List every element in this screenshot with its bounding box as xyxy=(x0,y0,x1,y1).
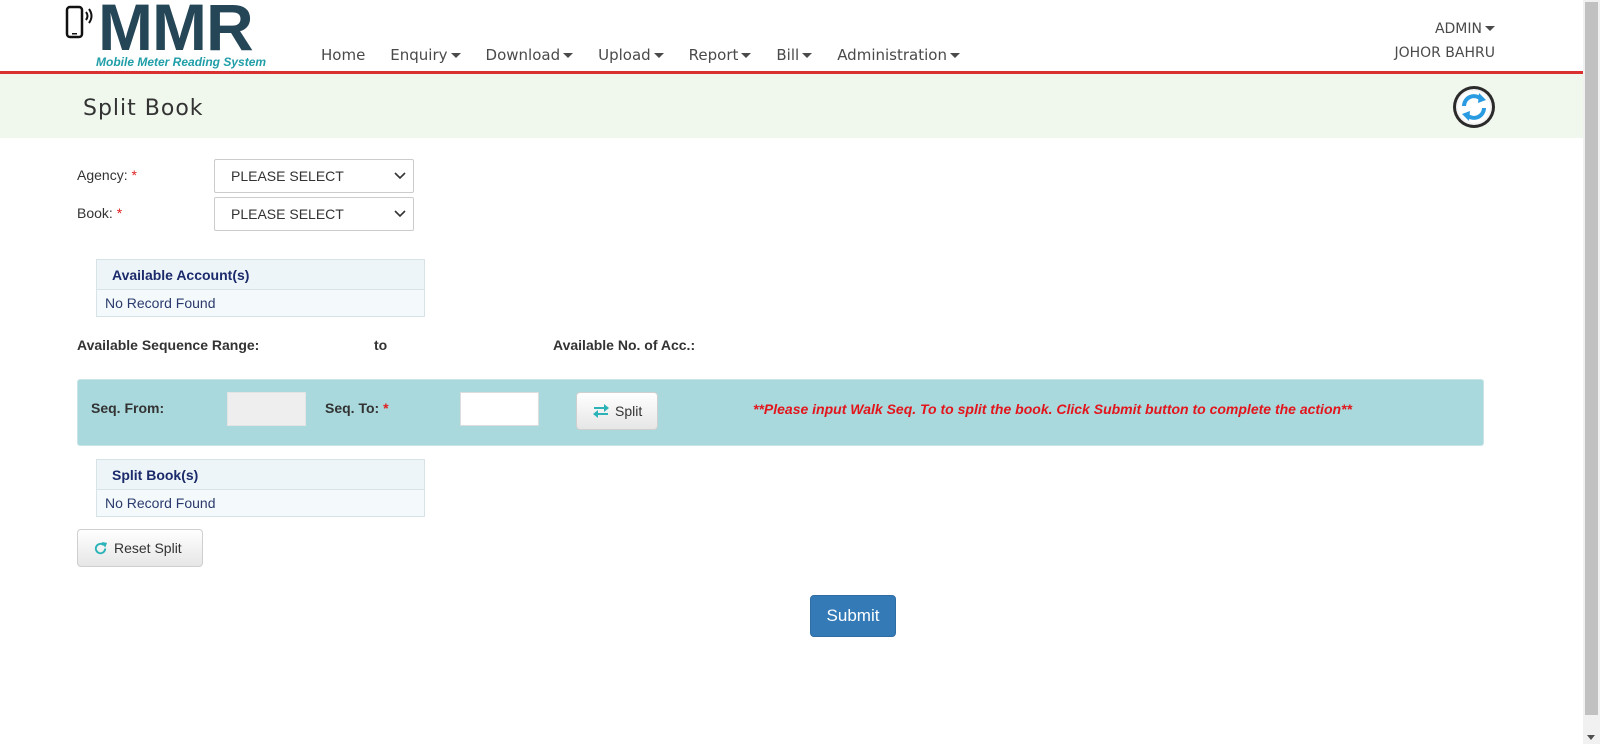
page-title: Split Book xyxy=(83,96,204,121)
caret-down-icon xyxy=(563,53,574,58)
agency-label: Agency: * xyxy=(77,167,137,183)
nav-download[interactable]: Download xyxy=(486,46,574,64)
table-header: Split Book(s) xyxy=(96,459,425,490)
logo-subtitle: Mobile Meter Reading System xyxy=(96,55,267,69)
caret-down-icon xyxy=(741,53,752,58)
book-label: Book: * xyxy=(77,205,123,221)
nav-upload[interactable]: Upload xyxy=(598,46,664,64)
reset-split-button[interactable]: Reset Split xyxy=(77,529,203,567)
table-empty-row: No Record Found xyxy=(96,290,425,317)
available-sequence-range-label: Available Sequence Range: xyxy=(77,337,260,353)
split-books-table: Split Book(s) No Record Found xyxy=(96,459,425,517)
nav-home[interactable]: Home xyxy=(321,46,365,64)
app-logo[interactable]: MMR Mobile Meter Reading System xyxy=(62,0,302,72)
title-bar: Split Book xyxy=(0,74,1583,138)
main-nav: Home Enquiry Download Upload Report Bill… xyxy=(321,46,985,64)
nav-bill[interactable]: Bill xyxy=(776,46,813,64)
reset-icon xyxy=(94,541,108,554)
available-account-count-label: Available No. of Acc.: xyxy=(553,337,696,353)
nav-enquiry[interactable]: Enquiry xyxy=(390,46,461,64)
available-accounts-table: Available Account(s) No Record Found xyxy=(96,259,425,317)
nav-administration[interactable]: Administration xyxy=(837,46,960,64)
seq-from-label: Seq. From: xyxy=(91,400,165,416)
table-header: Available Account(s) xyxy=(96,259,425,290)
seq-from-input xyxy=(227,392,306,426)
table-empty-row: No Record Found xyxy=(96,490,425,517)
scroll-down-arrow-icon[interactable] xyxy=(1587,735,1595,740)
swap-arrows-icon xyxy=(593,404,609,418)
chevron-down-icon xyxy=(394,172,406,180)
user-location: JOHOR BAHRU xyxy=(1394,45,1495,61)
split-instruction-warning: **Please input Walk Seq. To to split the… xyxy=(753,401,1352,417)
caret-down-icon xyxy=(949,53,960,58)
range-to-label: to xyxy=(374,337,388,353)
book-select[interactable]: PLEASE SELECT xyxy=(214,197,414,231)
user-area: ADMIN JOHOR BAHRU xyxy=(1394,19,1495,62)
top-header: MMR Mobile Meter Reading System Home Enq… xyxy=(0,0,1583,74)
chevron-down-icon xyxy=(394,210,406,218)
agency-select[interactable]: PLEASE SELECT xyxy=(214,159,414,193)
user-menu[interactable]: ADMIN xyxy=(1394,19,1495,39)
caret-down-icon xyxy=(450,53,461,58)
caret-down-icon xyxy=(1485,26,1495,31)
caret-down-icon xyxy=(802,53,813,58)
sequence-panel: Seq. From: Seq. To: * Split **Please inp… xyxy=(77,379,1484,446)
split-button[interactable]: Split xyxy=(576,392,658,430)
seq-to-input[interactable] xyxy=(460,392,539,426)
logo-wordmark: MMR xyxy=(98,0,254,64)
page-scrollbar[interactable] xyxy=(1583,0,1600,744)
scrollbar-thumb[interactable] xyxy=(1585,2,1598,715)
nav-report[interactable]: Report xyxy=(689,46,752,64)
refresh-icon[interactable] xyxy=(1451,84,1497,130)
seq-to-label: Seq. To: * xyxy=(325,400,389,416)
caret-down-icon xyxy=(653,53,664,58)
mobile-phone-icon xyxy=(65,5,93,39)
submit-button[interactable]: Submit xyxy=(810,595,896,637)
